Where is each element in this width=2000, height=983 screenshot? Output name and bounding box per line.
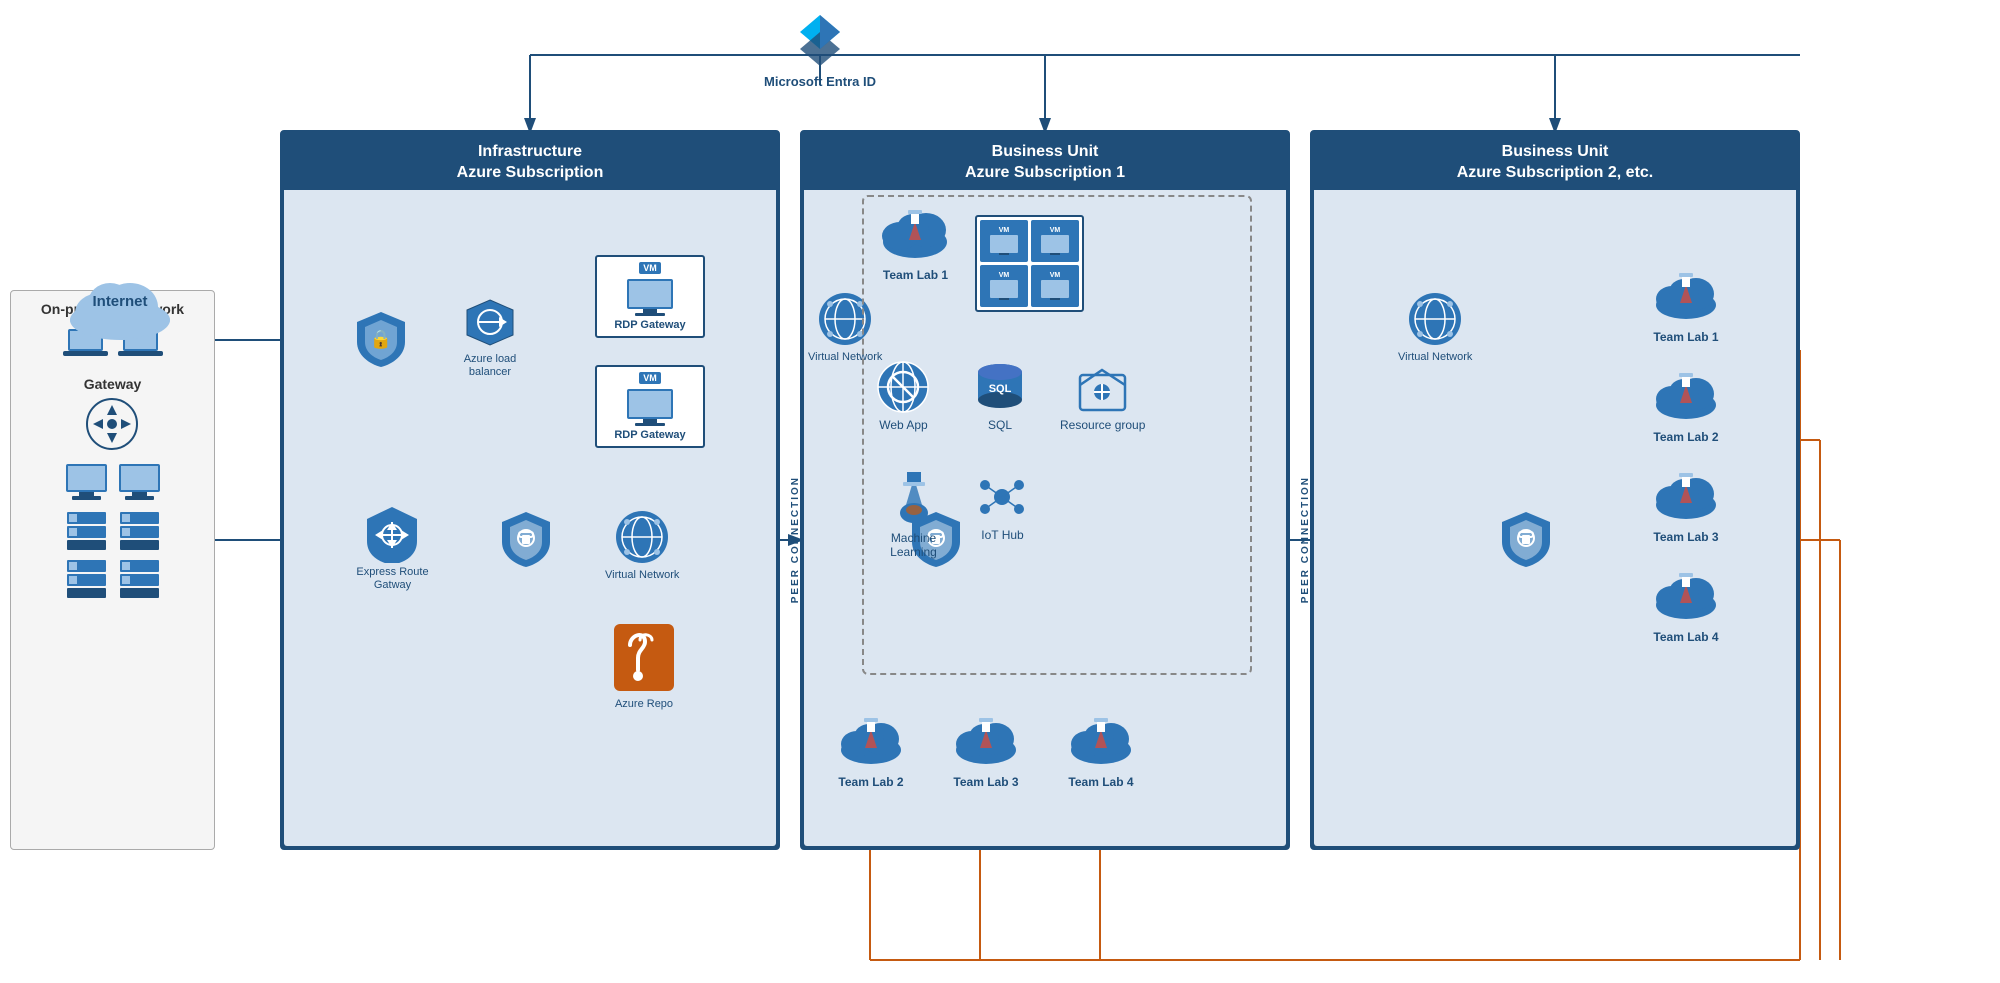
onprem-box: On-premises network Gateway — [10, 290, 215, 850]
virtual-network-infra-label: Virtual Network — [605, 569, 679, 581]
resource-group-label: Resource group — [1060, 418, 1145, 432]
virtual-network-infra: Virtual Network — [605, 508, 679, 581]
machine-learning: Machine Learning — [876, 470, 951, 560]
team-lab-2-bu1: Team Lab 2 — [835, 710, 907, 789]
server-icon-1 — [64, 510, 109, 552]
team-lab-1-bu2-label: Team Lab 1 — [1653, 330, 1718, 344]
desktop-icon-1 — [64, 462, 109, 504]
infra-shield-lower — [500, 510, 552, 573]
azure-repo: Azure Repo — [610, 620, 678, 710]
team-lab-3-bu2-label: Team Lab 3 — [1653, 530, 1718, 544]
server-icon-3 — [64, 558, 109, 600]
sql-icon: SQL SQL — [975, 360, 1025, 432]
team-lab-3-bu1: Team Lab 3 — [950, 710, 1022, 789]
team-lab-1-bu1: Team Lab 1 — [878, 200, 953, 282]
load-balancer-label: Azure load balancer — [455, 353, 525, 379]
iot-hub: IoT Hub — [975, 470, 1030, 542]
team-lab-1-bu1-label: Team Lab 1 — [883, 268, 948, 282]
gateway-label: Gateway — [84, 376, 142, 392]
peer-connection-1: PEER CONNECTION — [785, 390, 805, 690]
bu1-title: Business Unit Azure Subscription 1 — [802, 132, 1288, 190]
svg-text:🔒: 🔒 — [370, 329, 392, 349]
infra-shield-upper: 🔒 — [355, 310, 407, 373]
bu2-title: Business Unit Azure Subscription 2, etc. — [1312, 132, 1798, 190]
team-lab-1-bu2: Team Lab 1 — [1650, 265, 1722, 344]
iot-hub-label: IoT Hub — [981, 528, 1023, 542]
team-lab-4-bu1-label: Team Lab 4 — [1068, 775, 1133, 789]
peer-connection-2: PEER CONNECTION — [1295, 390, 1315, 690]
web-app-label: Web App — [879, 418, 927, 432]
infra-title: Infrastructure Azure Subscription — [282, 132, 778, 190]
svg-text:SQL: SQL — [989, 383, 1012, 395]
server-icon-4 — [117, 558, 162, 600]
web-app: Web App — [876, 360, 931, 432]
load-balancer: Azure load balancer — [455, 295, 525, 379]
sql-label: SQL — [988, 418, 1012, 432]
team-lab-4-bu1: Team Lab 4 — [1065, 710, 1137, 789]
team-lab-3-bu2: Team Lab 3 — [1650, 465, 1722, 544]
internet-cloud: Internet — [60, 265, 180, 350]
express-route: Express Route Gatway — [355, 505, 430, 592]
rdp-gateway-1-label: RDP Gateway — [614, 319, 685, 331]
gateway-icon — [85, 397, 140, 452]
team-lab-2-bu2-label: Team Lab 2 — [1653, 430, 1718, 444]
virtual-network-bu2: Virtual Network — [1398, 290, 1472, 363]
vm-grid-bu1: VM VM VM VM — [975, 215, 1084, 312]
team-lab-2-bu1-label: Team Lab 2 — [838, 775, 903, 789]
team-lab-4-bu2-label: Team Lab 4 — [1653, 630, 1718, 644]
diagram-container: Microsoft Entra ID Infrastructure Azure … — [0, 0, 2000, 983]
team-lab-2-bu2: Team Lab 2 — [1650, 365, 1722, 444]
bu2-shield — [1500, 510, 1552, 573]
rdp-gateway-1: VM RDP Gateway — [595, 255, 705, 338]
virtual-network-bu2-label: Virtual Network — [1398, 351, 1472, 363]
resource-group: Resource group — [1060, 360, 1145, 432]
express-route-label: Express Route Gatway — [355, 566, 430, 592]
machine-learning-label: Machine Learning — [876, 531, 951, 560]
team-lab-3-bu1-label: Team Lab 3 — [953, 775, 1018, 789]
entra-id-icon: Microsoft Entra ID — [760, 10, 880, 89]
infra-subscription-box: Infrastructure Azure Subscription — [280, 130, 780, 850]
azure-repo-label: Azure Repo — [615, 698, 673, 710]
server-icon-2 — [117, 510, 162, 552]
rdp-gateway-2-label: RDP Gateway — [614, 429, 685, 441]
entra-id-label: Microsoft Entra ID — [764, 74, 876, 89]
team-lab-4-bu2: Team Lab 4 — [1650, 565, 1722, 644]
bu2-subscription-box: Business Unit Azure Subscription 2, etc. — [1310, 130, 1800, 850]
rdp-gateway-2: VM RDP Gateway — [595, 365, 705, 448]
desktop-icon-2 — [117, 462, 162, 504]
internet-label: Internet — [60, 293, 180, 310]
